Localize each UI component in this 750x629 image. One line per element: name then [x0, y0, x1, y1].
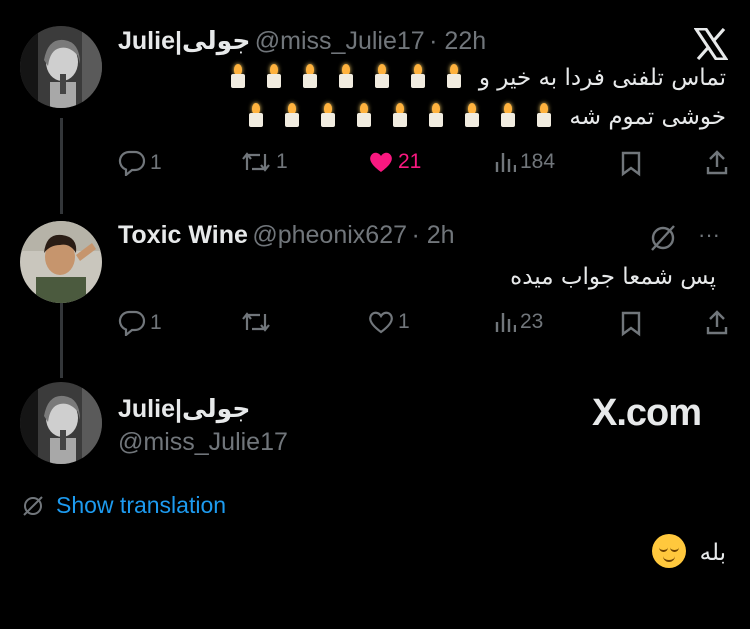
share-button[interactable]	[705, 310, 729, 336]
avatar-julie[interactable]	[20, 26, 102, 108]
retweet-button[interactable]: 1	[240, 150, 288, 174]
candle-icon	[321, 103, 336, 127]
retweet-count: 1	[276, 150, 288, 173]
author-handle[interactable]: @miss_Julie17	[255, 27, 425, 55]
candle-row-1	[220, 64, 472, 91]
like-count: 21	[398, 150, 422, 173]
share-button[interactable]	[705, 150, 729, 176]
reply-button[interactable]: 1	[118, 150, 162, 176]
author-name[interactable]: Toxic Wine	[118, 221, 248, 249]
candle-icon	[266, 64, 281, 88]
tweet1-header: Julie|جولی @miss_Julie17 · 22h	[118, 26, 486, 56]
avatar-photo	[20, 382, 102, 464]
tweet3-text-row: بله	[426, 534, 726, 568]
candle-icon	[285, 103, 300, 127]
tweet2-header: Toxic Wine @pheonix627 · 2h	[118, 221, 455, 250]
more-options-button[interactable]: ···	[698, 222, 720, 248]
tweet-time[interactable]: · 2h	[411, 221, 454, 249]
candle-icon	[501, 103, 516, 127]
tweet1-text-line1: تماس تلفنی فردا به خیر و	[126, 64, 726, 91]
candle-icon	[446, 64, 461, 88]
candle-icon	[410, 64, 425, 88]
heart-icon	[369, 311, 393, 334]
tweet3-text: بله	[699, 540, 726, 566]
avatar-julie[interactable]	[20, 382, 102, 464]
reply-count: 1	[150, 311, 162, 334]
tweet2-text: پس شمعا جواب میده	[510, 264, 716, 290]
like-button[interactable]: 21	[368, 150, 421, 174]
candle-icon	[230, 64, 245, 88]
reply-button[interactable]: 1	[118, 310, 162, 336]
reply-count: 1	[150, 151, 162, 174]
relieved-face-icon	[652, 534, 687, 568]
site-watermark: X.com	[592, 392, 702, 434]
reply-icon	[118, 310, 146, 336]
share-icon	[706, 150, 728, 175]
candle-row-2	[238, 103, 562, 130]
views-icon	[495, 153, 516, 172]
translate-icon	[23, 495, 43, 516]
like-button[interactable]: 1	[368, 310, 410, 334]
like-count: 1	[398, 310, 410, 333]
candle-icon	[357, 103, 372, 127]
candle-icon	[374, 64, 389, 88]
candle-icon	[249, 103, 264, 127]
avatar-photo	[20, 26, 102, 108]
bookmark-button[interactable]	[620, 311, 642, 337]
author-handle[interactable]: @pheonix627	[252, 221, 407, 249]
heart-filled-icon	[370, 152, 392, 172]
tweet1-text-line2: خوشی تموم شه	[126, 103, 726, 130]
author-name[interactable]: Julie|جولی	[118, 27, 250, 55]
retweet-button[interactable]	[240, 310, 276, 334]
bookmark-icon	[621, 311, 641, 337]
tweet-time[interactable]: · 22h	[429, 27, 486, 55]
show-translation-link[interactable]: Show translation	[22, 492, 226, 519]
view-count: 23	[520, 310, 544, 333]
thread-line-1	[60, 118, 63, 214]
candle-icon	[338, 64, 353, 88]
candle-icon	[302, 64, 317, 88]
candle-icon	[393, 103, 408, 127]
views-button[interactable]: 184	[494, 150, 555, 174]
grok-icon[interactable]	[648, 224, 678, 257]
candle-icon	[429, 103, 444, 127]
avatar-photo	[20, 221, 102, 303]
views-icon	[495, 313, 516, 332]
tweet1-text-2: خوشی تموم شه	[569, 104, 726, 130]
bookmark-icon	[621, 151, 641, 177]
thread-line-2	[60, 300, 63, 378]
show-translation-label: Show translation	[56, 492, 227, 518]
retweet-icon	[242, 152, 270, 172]
candle-icon	[537, 103, 552, 127]
share-icon	[706, 310, 728, 335]
candle-icon	[465, 103, 480, 127]
view-count: 184	[520, 150, 556, 173]
views-button[interactable]: 23	[494, 310, 543, 334]
retweet-icon	[242, 312, 270, 332]
reply-icon	[118, 150, 146, 176]
x-logo-icon[interactable]	[693, 27, 729, 65]
author-name[interactable]: Julie|جولی	[118, 394, 250, 424]
tweet1-text-1: تماس تلفنی فردا به خیر و	[478, 65, 726, 91]
author-handle[interactable]: @miss_Julie17	[118, 428, 288, 457]
avatar-toxic-wine[interactable]	[20, 221, 102, 303]
bookmark-button[interactable]	[620, 151, 642, 177]
